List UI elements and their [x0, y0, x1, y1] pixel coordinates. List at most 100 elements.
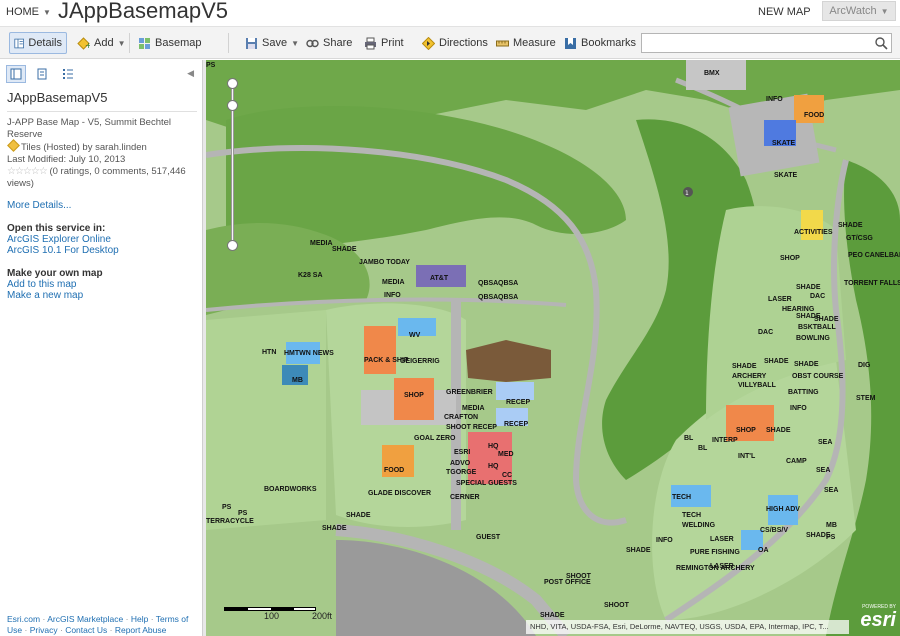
- home-menu[interactable]: HOME ▼: [6, 6, 51, 18]
- map-label: INFO: [384, 292, 401, 299]
- search-icon[interactable]: [874, 36, 888, 50]
- chevron-down-icon: ▼: [117, 38, 126, 48]
- map-label: GUEST: [476, 534, 501, 541]
- directions-label: Directions: [439, 37, 488, 49]
- map-label: SHOOT: [604, 602, 630, 609]
- footer-privacy-link[interactable]: Privacy: [30, 625, 58, 635]
- map-label: ADVO: [450, 460, 471, 467]
- open-desktop-link[interactable]: ArcGIS 10.1 For Desktop: [7, 245, 197, 256]
- footer-report-link[interactable]: Report Abuse: [115, 625, 167, 635]
- map-label: LASER: [768, 296, 792, 303]
- print-button[interactable]: Print: [360, 32, 408, 54]
- map-label: SPECIAL GUESTS: [456, 480, 517, 487]
- map-label: BMX: [704, 70, 720, 77]
- share-button[interactable]: Share: [302, 32, 356, 54]
- add-to-map-link[interactable]: Add to this map: [7, 279, 197, 290]
- map-label: TECH: [682, 512, 701, 519]
- footer-help-link[interactable]: Help: [131, 614, 148, 624]
- more-details-link[interactable]: More Details...: [7, 200, 197, 211]
- tab-legend[interactable]: [58, 65, 78, 83]
- map-label: INT'L: [738, 453, 756, 460]
- basemap-tiles: 1 BMXFOODINFOSKATESKATEMEDIASHADEK28 SAJ…: [206, 60, 900, 636]
- chevron-down-icon: ▼: [43, 7, 51, 17]
- map-label: VILLYBALL: [738, 382, 777, 389]
- map-label: PS: [222, 504, 232, 511]
- open-explorer-link[interactable]: ArcGIS Explorer Online: [7, 234, 197, 245]
- share-label: Share: [323, 37, 353, 49]
- map-label: CS/BS/V: [760, 527, 788, 534]
- details-panel: ◀ JAppBasemapV5 J-APP Base Map - V5, Sum…: [0, 60, 203, 636]
- map-label: INTERP: [712, 437, 738, 444]
- map-label: SHOOT RECEP: [446, 424, 497, 431]
- map-label: QBSA: [498, 280, 518, 287]
- directions-button[interactable]: Directions: [418, 32, 492, 54]
- zoom-slider[interactable]: [227, 78, 238, 251]
- map-label: SHADE: [794, 361, 819, 368]
- add-icon: +: [77, 36, 90, 50]
- zoom-in-button[interactable]: [227, 78, 238, 89]
- map-label: TECH: [672, 494, 691, 501]
- map-label: HQ: [488, 443, 499, 450]
- map-label: POST OFFICE: [544, 579, 591, 586]
- details-button[interactable]: Details: [9, 32, 67, 54]
- map-label: REMINGTON ARCHERY: [676, 565, 755, 572]
- footer-marketplace-link[interactable]: ArcGIS Marketplace: [47, 614, 123, 624]
- toolbar-divider: [228, 33, 229, 53]
- share-icon: [306, 39, 319, 47]
- esri-logo[interactable]: POWERED BY esri: [848, 604, 896, 634]
- rating-stars-icon[interactable]: ☆☆☆☆☆: [7, 166, 48, 177]
- map-label: MEDIA: [382, 279, 405, 286]
- map-label: INFO: [766, 96, 783, 103]
- basemap-button[interactable]: Basemap: [134, 32, 205, 54]
- map-label: SHADE: [332, 246, 357, 253]
- user-menu-button[interactable]: ArcWatch ▼: [822, 1, 896, 21]
- map-label: PURE FISHING: [690, 549, 740, 556]
- bookmarks-button[interactable]: Bookmarks: [560, 32, 640, 54]
- map-label: AT&T: [430, 275, 449, 282]
- collapse-panel-icon[interactable]: ◀: [187, 68, 194, 79]
- map-label: RECEP: [504, 421, 528, 428]
- zoom-out-button[interactable]: [227, 240, 238, 251]
- map-label: SHADE: [732, 363, 757, 370]
- basemap-label: Basemap: [155, 37, 202, 49]
- scale-label-200: 200ft: [312, 611, 333, 621]
- make-new-map-link[interactable]: Make a new map: [7, 290, 197, 301]
- measure-button[interactable]: Measure: [492, 32, 560, 54]
- footer-esri-link[interactable]: Esri.com: [7, 614, 40, 624]
- map-label: INFO: [656, 537, 673, 544]
- save-button[interactable]: Save ▼: [241, 32, 303, 54]
- map-label: HEARING: [782, 306, 815, 313]
- map-label: SEA: [824, 487, 838, 494]
- map-label: FOOD: [804, 112, 824, 119]
- map-label: HMTWN NEWS: [284, 350, 334, 357]
- logo-esri: esri: [860, 609, 896, 631]
- measure-icon: [496, 40, 509, 46]
- map-label: HTN: [262, 349, 276, 356]
- map-label: MEDIA: [462, 405, 485, 412]
- map-label: GOAL ZERO: [414, 435, 456, 442]
- tab-content[interactable]: [32, 65, 52, 83]
- map-label: BOARDWORKS: [264, 486, 317, 493]
- bookmarks-label: Bookmarks: [581, 37, 637, 49]
- map-label: STEM: [856, 395, 876, 402]
- top-header: HOME ▼ JAppBasemapV5 NEW MAP ArcWatch ▼: [0, 0, 900, 27]
- map-label: SHOP: [404, 392, 424, 399]
- footer-contact-link[interactable]: Contact Us: [65, 625, 107, 635]
- zoom-handle[interactable]: [227, 100, 238, 111]
- map-label: JAMBO TODAY: [359, 259, 410, 266]
- measure-label: Measure: [513, 37, 556, 49]
- new-map-link[interactable]: NEW MAP: [758, 6, 811, 18]
- map-view[interactable]: 1 BMX FOOD INFO SKATE SKATE MEDIA SHADE K28 SA J…: [206, 60, 900, 636]
- map-label: BL: [684, 435, 694, 442]
- tab-about[interactable]: [6, 65, 26, 83]
- add-button[interactable]: + Add ▼: [73, 32, 130, 54]
- chevron-down-icon: ▼: [291, 38, 299, 48]
- search-input[interactable]: [642, 34, 867, 52]
- map-label: GREENBRIER: [446, 389, 493, 396]
- map-label: QBSA: [478, 294, 498, 301]
- map-label: GLADE DISCOVER: [368, 490, 431, 497]
- item-type-line: Tiles (Hosted) by sarah.linden: [7, 139, 197, 154]
- map-label: SHADE: [626, 547, 651, 554]
- map-label: CC: [502, 472, 512, 479]
- map-label: MED: [498, 451, 514, 458]
